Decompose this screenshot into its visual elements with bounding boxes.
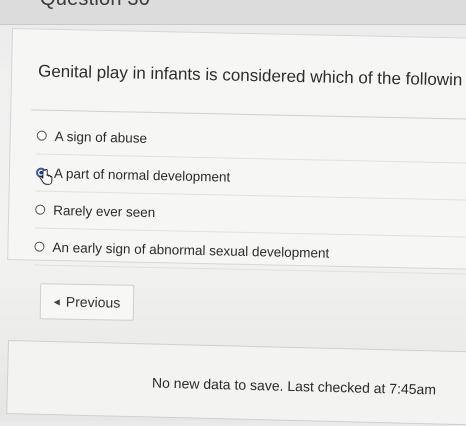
radio-button[interactable] <box>35 204 46 215</box>
question-number: Question 30 <box>40 0 150 11</box>
hand-pointer-icon <box>39 169 53 185</box>
triangle-left-icon: ◀ <box>53 296 60 307</box>
question-card: Genital play in infants is considered wh… <box>7 28 466 275</box>
option-label: A part of normal development <box>53 165 231 185</box>
previous-button[interactable]: ◀ Previous <box>39 283 135 321</box>
radio-button[interactable] <box>36 130 47 141</box>
option-abnormal-development[interactable]: An early sign of abnormal sexual develop… <box>34 228 466 275</box>
save-status-panel: No new data to save. Last checked at 7:4… <box>6 340 466 426</box>
save-status-text: No new data to save. Last checked at 7:4… <box>151 374 437 398</box>
option-label: An early sign of abnormal sexual develop… <box>52 239 330 261</box>
option-label: Rarely ever seen <box>53 202 156 220</box>
radio-button[interactable] <box>34 241 45 252</box>
question-header-bar: Question 30 <box>0 0 466 25</box>
previous-label: Previous <box>65 293 121 311</box>
option-label: A sign of abuse <box>54 128 148 146</box>
answer-options: A sign of abuse A part of normal develop… <box>34 117 466 275</box>
question-text: Genital play in infants is considered wh… <box>37 61 463 90</box>
